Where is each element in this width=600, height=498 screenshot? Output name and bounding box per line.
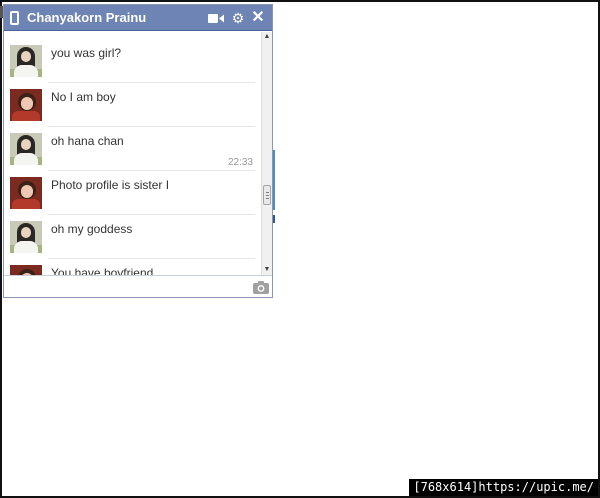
chat-title[interactable]: Chanyakorn Prainu [27,10,146,26]
chat-window: Chanyakorn Prainu ⚙ ✕ you was girl? No I… [3,4,273,298]
background-image-fragment [273,215,275,223]
phone-icon [10,11,19,25]
gear-icon[interactable]: ⚙ [231,11,245,25]
list-item: oh my goddess [4,215,261,259]
list-item: you was girl? [4,39,261,83]
list-item: Photo profile is sister I [4,171,261,215]
avatar[interactable] [10,89,42,121]
timestamp: 22:33 [227,157,253,168]
list-item: No I am boy [4,83,261,127]
scroll-up-arrow[interactable]: ▲ [262,32,272,42]
camera-icon[interactable] [253,281,269,294]
message-text: You have boyfriend [51,266,154,275]
message-text: Photo profile is sister I [51,178,170,192]
avatar[interactable] [10,265,42,275]
scroll-down-arrow[interactable]: ▼ [262,265,272,275]
message-scrollbar[interactable]: ▲ ▼ [261,32,272,275]
list-item: You have boyfriend [4,259,261,275]
message-text: oh my goddess [51,222,133,236]
close-icon[interactable]: ✕ [251,10,265,26]
avatar[interactable] [10,45,42,77]
avatar[interactable] [10,133,42,165]
chat-header[interactable]: Chanyakorn Prainu ⚙ ✕ [4,5,272,31]
message-input[interactable] [6,278,244,295]
avatar[interactable] [10,221,42,253]
message-text: No I am boy [51,90,116,104]
avatar[interactable] [10,177,42,209]
message-text: you was girl? [51,46,122,60]
video-camera-icon[interactable] [208,13,224,24]
list-item [4,32,261,35]
background-image-fragment [273,150,275,210]
scroll-thumb[interactable] [263,185,271,205]
message-composer [4,275,272,297]
upload-watermark: [768x614]https://upic.me/ [409,479,598,496]
message-text: oh hana chan [51,134,124,148]
message-list[interactable]: you was girl? No I am boy oh hana chan 2… [4,32,261,275]
list-item: oh hana chan 22:33 [4,127,261,171]
